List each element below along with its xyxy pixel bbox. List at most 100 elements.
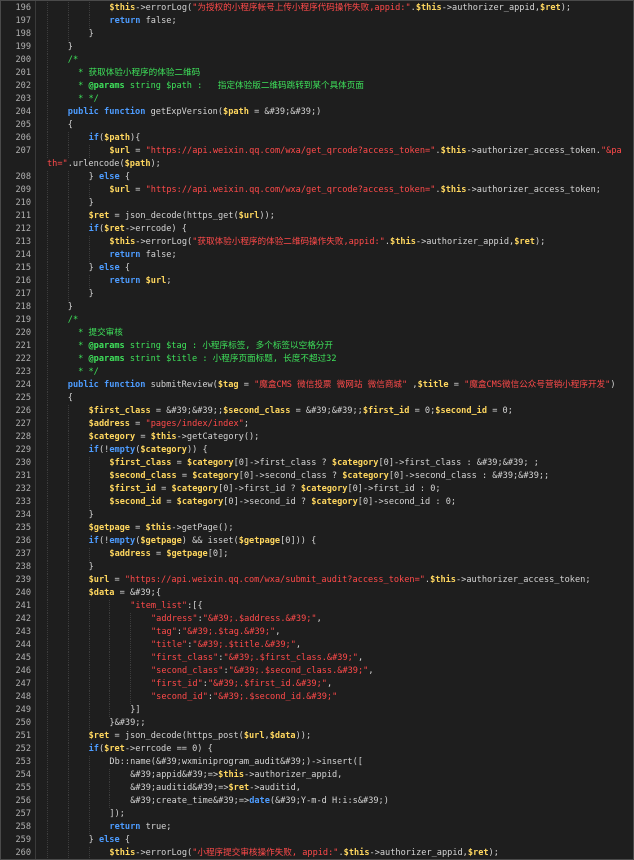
code-line: 249}] — [1, 704, 633, 717]
line-number: 235 — [15, 523, 31, 533]
indent-guide — [47, 171, 48, 184]
line-text: } else { — [89, 262, 130, 275]
code-token: "为授权的小程序帐号上传小程序代码操作失败,appid:" — [192, 3, 411, 13]
line-text: "second_class":"&#39;.$second_class.&#39… — [151, 665, 374, 678]
indent-guide — [47, 223, 48, 236]
line-text: $url = "https://api.weixin.qq.com/wxa/ge… — [109, 145, 621, 158]
code-token: } — [88, 198, 94, 208]
code-token: return — [109, 276, 141, 286]
indent-guide — [67, 691, 69, 704]
code-editor[interactable]: 196 $this->errorLog("为授权的小程序帐号上传小程序代码操作失败… — [0, 0, 634, 860]
indent-guide — [67, 548, 69, 561]
code-token: "小程序提交审核操作失败, appid:" — [192, 848, 339, 858]
indent-guide — [47, 613, 48, 626]
indent-guide — [47, 600, 48, 613]
indent-guide — [88, 639, 90, 652]
code-token: $first_class — [109, 458, 172, 468]
line-number: 242 — [15, 614, 31, 624]
indent-guide — [47, 275, 48, 288]
code-line: 197 return false; — [1, 15, 633, 28]
code-token: @params — [88, 341, 125, 351]
code-line: 242 "address":"&#39;.$address.&#39;", — [1, 613, 633, 626]
line-number: 223 — [15, 367, 31, 377]
indent-guide — [109, 600, 111, 613]
line-number: 243 — [15, 627, 31, 637]
code-token: if — [88, 536, 99, 546]
indent-guide — [67, 613, 69, 626]
line-text: * @params string $tag : 小程序标签, 多个标签以空格分开 — [68, 340, 333, 353]
code-area[interactable]: 196 $this->errorLog("为授权的小程序帐号上传小程序代码操作失败… — [1, 1, 633, 859]
indent-guide — [67, 275, 69, 288]
code-token: = &#39;&#39;) — [248, 107, 322, 117]
indent-guide — [88, 184, 90, 197]
code-line: 241 "item_list":[{ — [1, 600, 633, 613]
indent-guide — [67, 483, 69, 496]
line-number: 234 — [15, 510, 31, 520]
code-token: $this — [415, 3, 442, 13]
code-token: [0]->first_id ? — [218, 484, 301, 494]
indent-guide — [67, 2, 69, 15]
indent-guide — [88, 600, 90, 613]
code-token: )); — [259, 211, 275, 221]
code-token: , — [275, 627, 281, 637]
code-token: = — [238, 380, 255, 390]
indent-guide — [88, 275, 90, 288]
indent-guide — [88, 847, 90, 859]
line-text: if(!empty($getpage) && isset($getpage[0]… — [89, 535, 317, 548]
code-token: "address" — [151, 614, 198, 624]
code-token: &#39;appid&#39;=> — [130, 770, 219, 780]
line-number: 203 — [15, 94, 31, 104]
indent-guide — [88, 756, 90, 769]
code-token: "&#39;.$address.&#39;" — [202, 614, 317, 624]
code-token: .urlencode( — [67, 159, 125, 169]
code-token: "&#39;.$tag.&#39;" — [182, 627, 276, 637]
indent-guide — [47, 847, 48, 859]
indent-guide — [47, 782, 48, 795]
code-token: $this — [440, 185, 467, 195]
code-token: "&#39;.$first_id.&#39;" — [207, 679, 327, 689]
code-token: * */ — [67, 367, 99, 377]
line-text: Db::name(&#39;wxminiprogram_audit&#39;)-… — [109, 756, 363, 769]
line-number: 212 — [15, 224, 31, 234]
indent-guide — [47, 249, 48, 262]
code-token: $data — [88, 588, 115, 598]
indent-guide — [47, 717, 48, 730]
line-number: 204 — [15, 107, 31, 117]
line-text: "title":"&#39;.$title.&#39;", — [151, 639, 301, 652]
indent-guide — [47, 41, 48, 54]
code-line: 231 $second_class = $category[0]->second_… — [1, 470, 633, 483]
line-number: 244 — [15, 640, 31, 650]
code-token: (! — [98, 445, 110, 455]
code-token: $category — [192, 471, 239, 481]
indent-guide — [67, 704, 69, 717]
line-text: $category = $this->getCategory(); — [89, 431, 260, 444]
indent-guide — [88, 145, 90, 158]
indent-guide — [47, 535, 48, 548]
indent-guide — [47, 106, 48, 119]
code-line: 240 $data = &#39;{ — [1, 587, 633, 600]
line-text: { — [68, 392, 73, 405]
line-text: public function getExpVersion($path = &#… — [68, 106, 322, 119]
code-line: 248 "second_id":"&#39;.$second_id.&#39;" — [1, 691, 633, 704]
indent-guide — [67, 535, 69, 548]
code-line: 215} else { — [1, 262, 633, 275]
code-line: 222 * @params strint $title : 小程序页面标题, 长… — [1, 353, 633, 366]
code-token: }] — [130, 705, 141, 715]
code-token: /* — [67, 315, 79, 325]
line-number: 258 — [15, 822, 31, 832]
indent-guide — [67, 743, 69, 756]
code-line: 203 * */ — [1, 93, 633, 106]
code-token: $this — [109, 848, 136, 858]
code-token: * 提交审核 — [67, 328, 123, 338]
indent-guide — [47, 288, 48, 301]
indent-guide — [88, 236, 90, 249]
line-number: 209 — [15, 185, 31, 195]
line-text: $second_id = $category[0]->second_id ? $… — [109, 496, 456, 509]
code-token: "&#39;.$first_class.&#39;" — [223, 653, 358, 663]
indent-guide — [67, 717, 69, 730]
code-token: @params — [88, 81, 125, 91]
line-number: 252 — [15, 744, 31, 754]
code-line: 257]); — [1, 808, 633, 821]
code-token: ->authorizer_access_token; — [466, 185, 601, 195]
indent-guide — [67, 262, 69, 275]
